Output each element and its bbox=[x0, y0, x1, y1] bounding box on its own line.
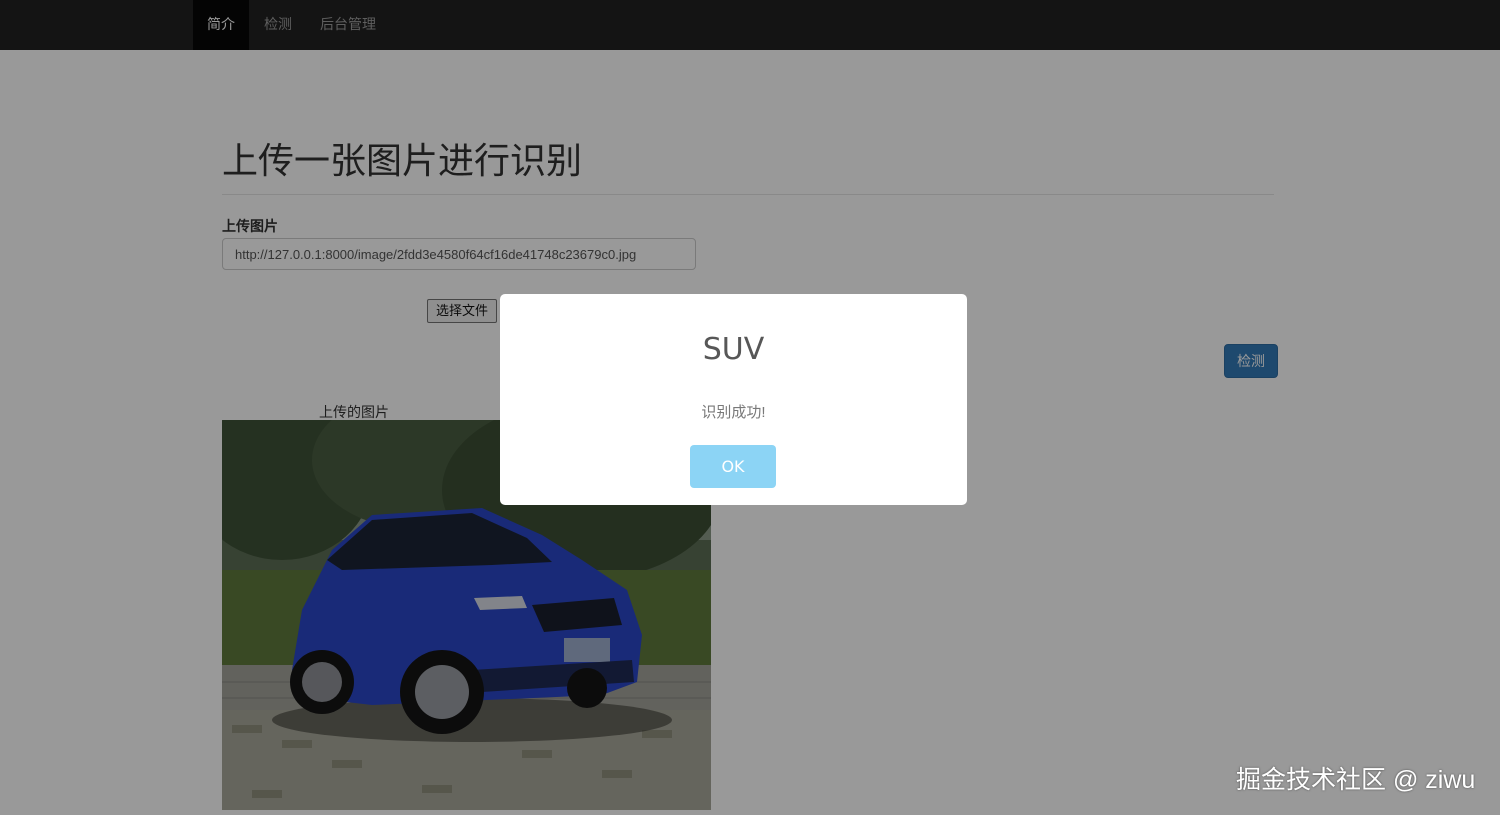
result-dialog: SUV 识别成功! OK bbox=[500, 294, 967, 505]
dialog-title: SUV bbox=[702, 332, 765, 367]
dialog-message: 识别成功! bbox=[701, 404, 766, 421]
ok-button[interactable]: OK bbox=[690, 445, 776, 488]
watermark: 掘金技术社区 @ ziwu bbox=[1236, 766, 1476, 794]
